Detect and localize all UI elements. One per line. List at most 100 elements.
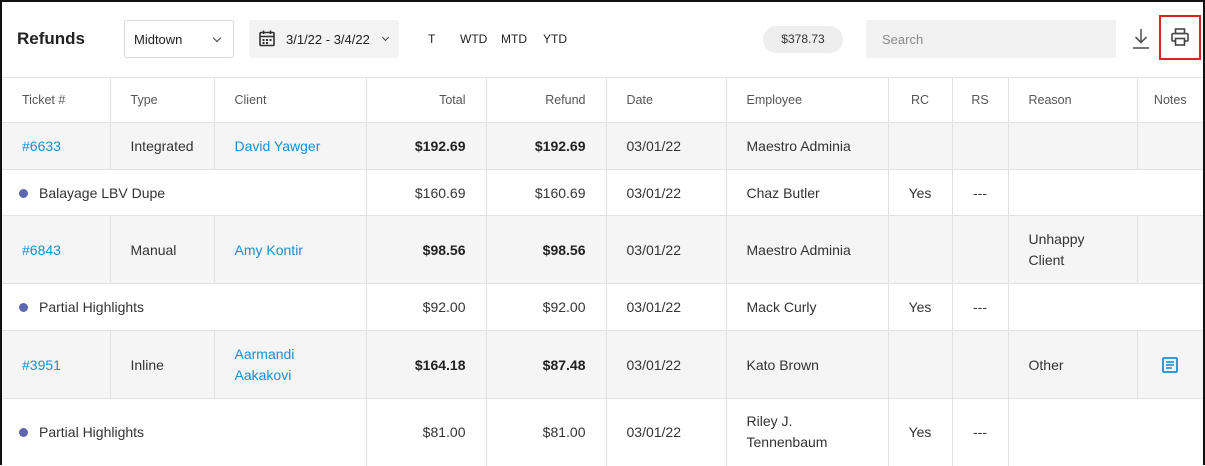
chevron-down-icon	[381, 33, 390, 42]
toolbar: Refunds Midtown 3/1/22 - 3/4/22 T WTD MT…	[2, 2, 1203, 77]
ticket-type: Inline	[110, 330, 215, 399]
ticket-type: Manual	[110, 215, 215, 284]
range-ytd-button[interactable]: YTD	[543, 32, 567, 46]
rc-cell: Yes	[888, 398, 953, 466]
location-select-value: Midtown	[134, 32, 183, 47]
client-link[interactable]: David Yawger	[235, 138, 321, 154]
date-range-picker[interactable]: 3/1/22 - 3/4/22	[249, 20, 399, 58]
employee-name: Mack Curly	[726, 283, 889, 331]
service-total: $92.00	[366, 283, 487, 331]
service-cell: Partial Highlights	[2, 283, 367, 331]
range-today-button[interactable]: T	[428, 32, 435, 46]
range-mtd-button[interactable]: MTD	[501, 32, 527, 46]
table-header-row: Ticket # Type Client Total Refund Date E…	[2, 77, 1203, 123]
service-date: 03/01/22	[606, 169, 727, 216]
header-date[interactable]: Date	[606, 77, 727, 123]
rc-cell	[888, 122, 953, 170]
service-name: Partial Highlights	[39, 299, 145, 315]
ticket-total: $192.69	[366, 122, 487, 170]
service-date: 03/01/22	[606, 283, 727, 331]
ticket-date: 03/01/22	[606, 330, 727, 399]
ticket-link[interactable]: #6843	[22, 242, 61, 258]
header-ticket[interactable]: Ticket #	[2, 77, 111, 123]
rc-cell: Yes	[888, 283, 953, 331]
ticket-date: 03/01/22	[606, 122, 727, 170]
rs-cell: ---	[952, 169, 1009, 216]
service-refund: $160.69	[486, 169, 607, 216]
rs-cell: ---	[952, 398, 1009, 466]
service-dot-icon	[19, 303, 28, 312]
refund-total-badge: $378.73	[763, 26, 843, 53]
service-date: 03/01/22	[606, 398, 727, 466]
reason-cell: Unhappy Client	[1008, 215, 1138, 284]
table-row: Partial Highlights $81.00 $81.00 03/01/2…	[2, 398, 1203, 466]
rc-cell: Yes	[888, 169, 953, 216]
refunds-table: Ticket # Type Client Total Refund Date E…	[2, 77, 1203, 466]
ticket-link[interactable]: #6633	[22, 138, 61, 154]
table-row: #6843 Manual Amy Kontir $98.56 $98.56 03…	[2, 215, 1203, 284]
rs-cell	[952, 122, 1009, 170]
print-icon	[1171, 28, 1189, 46]
service-total: $160.69	[366, 169, 487, 216]
table-row: Balayage LBV Dupe $160.69 $160.69 03/01/…	[2, 169, 1203, 216]
employee-name: Maestro Adminia	[726, 215, 889, 284]
service-refund: $81.00	[486, 398, 607, 466]
empty-cell	[1008, 169, 1203, 216]
reason-cell: Other	[1008, 330, 1138, 399]
service-refund: $92.00	[486, 283, 607, 331]
header-employee[interactable]: Employee	[726, 77, 889, 123]
employee-name: Kato Brown	[726, 330, 889, 399]
service-name: Partial Highlights	[39, 424, 145, 441]
table-row: #6633 Integrated David Yawger $192.69 $1…	[2, 122, 1203, 170]
notes-cell	[1137, 215, 1203, 284]
empty-cell	[1008, 398, 1203, 466]
empty-cell	[1008, 283, 1203, 331]
ticket-date: 03/01/22	[606, 215, 727, 284]
ticket-type: Integrated	[110, 122, 215, 170]
service-cell: Balayage LBV Dupe	[2, 169, 367, 216]
refunds-report-window: Refunds Midtown 3/1/22 - 3/4/22 T WTD MT…	[0, 0, 1205, 466]
page-title: Refunds	[17, 29, 85, 48]
ticket-total: $98.56	[366, 215, 487, 284]
ticket-refund: $87.48	[486, 330, 607, 399]
reason-cell	[1008, 122, 1138, 170]
header-notes[interactable]: Notes	[1137, 77, 1203, 123]
client-link[interactable]: Amy Kontir	[235, 242, 303, 258]
header-reason[interactable]: Reason	[1008, 77, 1138, 123]
range-wtd-button[interactable]: WTD	[460, 32, 487, 46]
notes-cell	[1137, 330, 1203, 399]
print-button[interactable]	[1159, 15, 1201, 60]
service-dot-icon	[19, 428, 28, 438]
ticket-refund: $192.69	[486, 122, 607, 170]
note-icon[interactable]	[1162, 357, 1179, 374]
location-select[interactable]: Midtown	[124, 20, 234, 58]
rc-cell	[888, 215, 953, 284]
notes-cell	[1137, 122, 1203, 170]
service-dot-icon	[19, 188, 28, 198]
header-rs[interactable]: RS	[952, 77, 1009, 123]
rs-cell	[952, 330, 1009, 399]
search-input[interactable]	[866, 20, 1116, 58]
employee-name: Riley J. Tennenbaum	[726, 398, 889, 466]
header-rc[interactable]: RC	[888, 77, 953, 123]
header-type[interactable]: Type	[110, 77, 215, 123]
date-range-value: 3/1/22 - 3/4/22	[286, 32, 370, 47]
header-client[interactable]: Client	[214, 77, 367, 123]
table-row: Partial Highlights $92.00 $92.00 03/01/2…	[2, 283, 1203, 331]
service-cell: Partial Highlights	[2, 398, 367, 466]
service-name: Balayage LBV Dupe	[39, 184, 166, 201]
rc-cell	[888, 330, 953, 399]
ticket-refund: $98.56	[486, 215, 607, 284]
rs-cell	[952, 215, 1009, 284]
header-total[interactable]: Total	[366, 77, 487, 123]
header-refund[interactable]: Refund	[486, 77, 607, 123]
ticket-total: $164.18	[366, 330, 487, 399]
table-row: #3951 Inline Aarmandi Aakakovi $164.18 $…	[2, 330, 1203, 399]
ticket-link[interactable]: #3951	[22, 357, 61, 373]
service-total: $81.00	[366, 398, 487, 466]
chevron-down-icon	[212, 33, 222, 43]
download-icon[interactable]	[1130, 27, 1152, 51]
calendar-icon	[259, 30, 275, 47]
employee-name: Chaz Butler	[726, 169, 889, 216]
client-link[interactable]: Aarmandi Aakakovi	[235, 346, 295, 383]
